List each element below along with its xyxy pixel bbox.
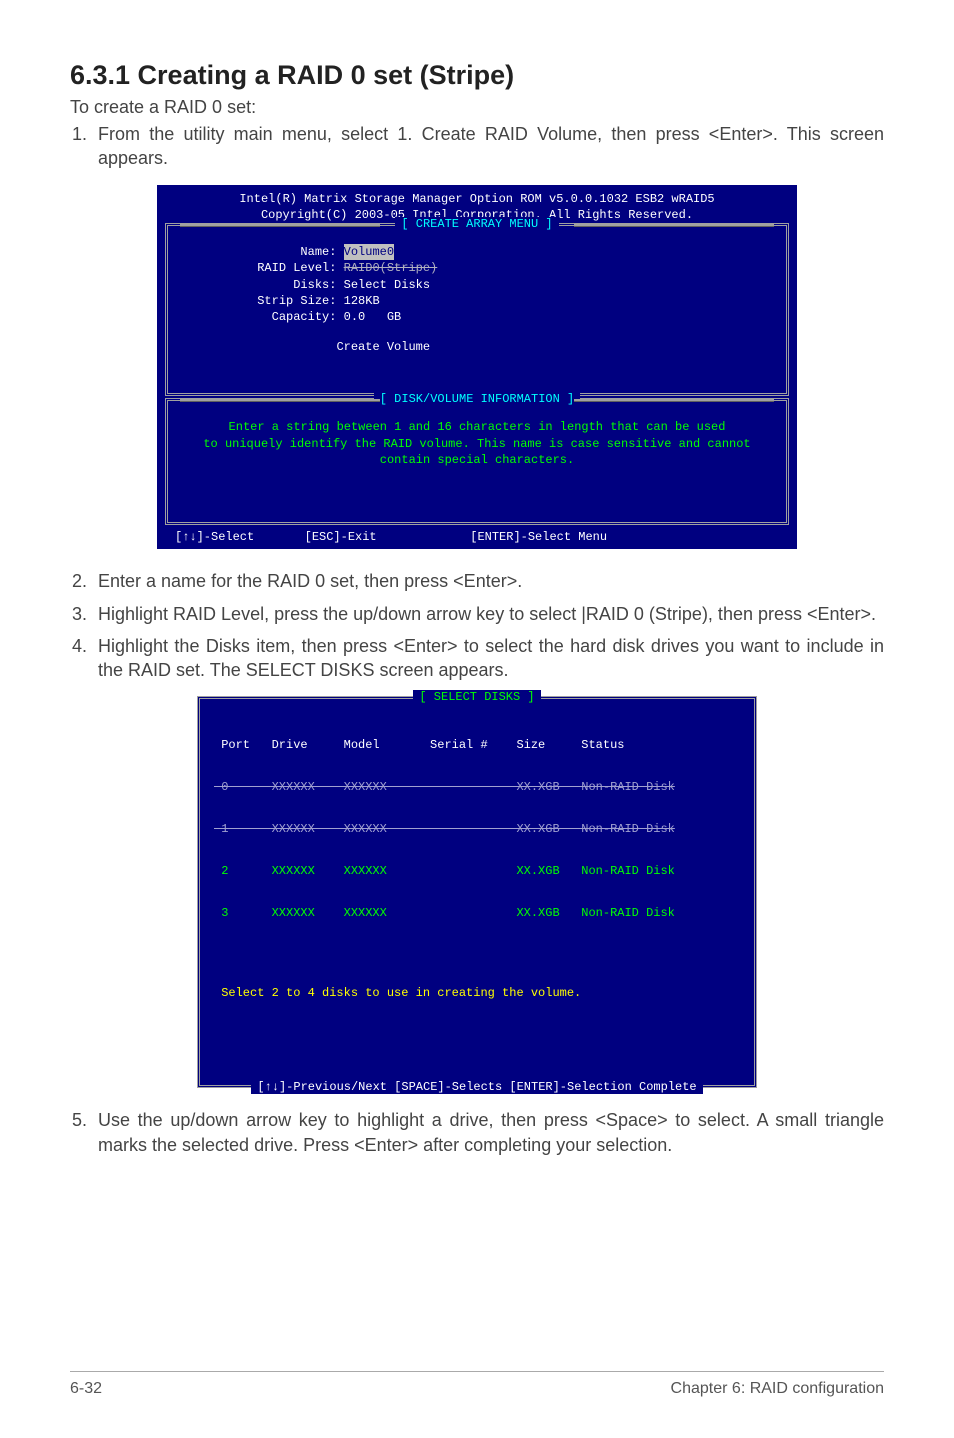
disk-row-0: 0 XXXXXX XXXXXX XX.XGB Non-RAID Disk [214, 780, 740, 794]
step-3: Highlight RAID Level, press the up/down … [92, 602, 884, 626]
step-1: From the utility main menu, select 1. Cr… [92, 122, 884, 171]
disk-row-1: 1 XXXXXX XXXXXX XX.XGB Non-RAID Disk [214, 822, 740, 836]
steps-list-cont2: Use the up/down arrow key to highlight a… [70, 1108, 884, 1157]
steps-list-cont: Enter a name for the RAID 0 set, then pr… [70, 569, 884, 682]
page-number: 6-32 [70, 1380, 102, 1398]
value-name: Volume0 [344, 244, 394, 260]
steps-list: From the utility main menu, select 1. Cr… [70, 122, 884, 171]
disk-row-3: 3 XXXXXX XXXXXX XX.XGB Non-RAID Disk [214, 906, 740, 920]
select-disks-title: [ SELECT DISKS ] [413, 690, 540, 704]
value-strip-size: 128KB [344, 294, 380, 308]
value-raid-level: RAID0(Stripe) [344, 261, 438, 275]
select-disks-note: Select 2 to 4 disks to use in creating t… [214, 986, 740, 1000]
page-footer: 6-32 Chapter 6: RAID configuration [70, 1371, 884, 1398]
help-line-3: contain special characters. [178, 452, 776, 468]
help-line-2: to uniquely identify the RAID volume. Th… [178, 436, 776, 452]
label-raid-level: RAID Level: [257, 261, 336, 275]
value-disks: Select Disks [344, 278, 430, 292]
step-4: Highlight the Disks item, then press <En… [92, 634, 884, 683]
help-line-1: Enter a string between 1 and 16 characte… [178, 419, 776, 435]
bios-select-disks-screen: [ SELECT DISKS ] Port Drive Model Serial… [197, 696, 757, 1088]
disk-volume-info-frame: [ DISK/VOLUME INFORMATION ] Enter a stri… [165, 398, 789, 525]
label-name: Name: [300, 245, 336, 259]
create-volume-action: Create Volume [336, 340, 430, 354]
section-heading: 6.3.1 Creating a RAID 0 set (Stripe) [70, 60, 884, 91]
select-disks-footer-keys: [↑↓]-Previous/Next [SPACE]-Selects [ENTE… [251, 1080, 702, 1094]
label-strip-size: Strip Size: [257, 294, 336, 308]
value-capacity: 0.0 GB [344, 310, 402, 324]
disk-row-2: 2 XXXXXX XXXXXX XX.XGB Non-RAID Disk [214, 864, 740, 878]
bios-create-array-screen: Intel(R) Matrix Storage Manager Option R… [157, 185, 797, 550]
step-2: Enter a name for the RAID 0 set, then pr… [92, 569, 884, 593]
create-array-menu-title: [ CREATE ARRAY MENU ] [178, 216, 776, 232]
label-capacity: Capacity: [272, 310, 337, 324]
create-array-frame: [ CREATE ARRAY MENU ] Name: Volume0 RAID… [165, 223, 789, 396]
select-disks-header-row: Port Drive Model Serial # Size Status [214, 738, 740, 752]
bios-header-line1: Intel(R) Matrix Storage Manager Option R… [165, 191, 789, 207]
disk-volume-info-title: [ DISK/VOLUME INFORMATION ] [178, 391, 776, 407]
label-disks: Disks: [293, 278, 336, 292]
step-5: Use the up/down arrow key to highlight a… [92, 1108, 884, 1157]
chapter-title: Chapter 6: RAID configuration [671, 1380, 884, 1398]
bios-footer-keys: [↑↓]-Select [ESC]-Exit [ENTER]-Select Me… [165, 527, 789, 547]
intro-text: To create a RAID 0 set: [70, 97, 884, 118]
